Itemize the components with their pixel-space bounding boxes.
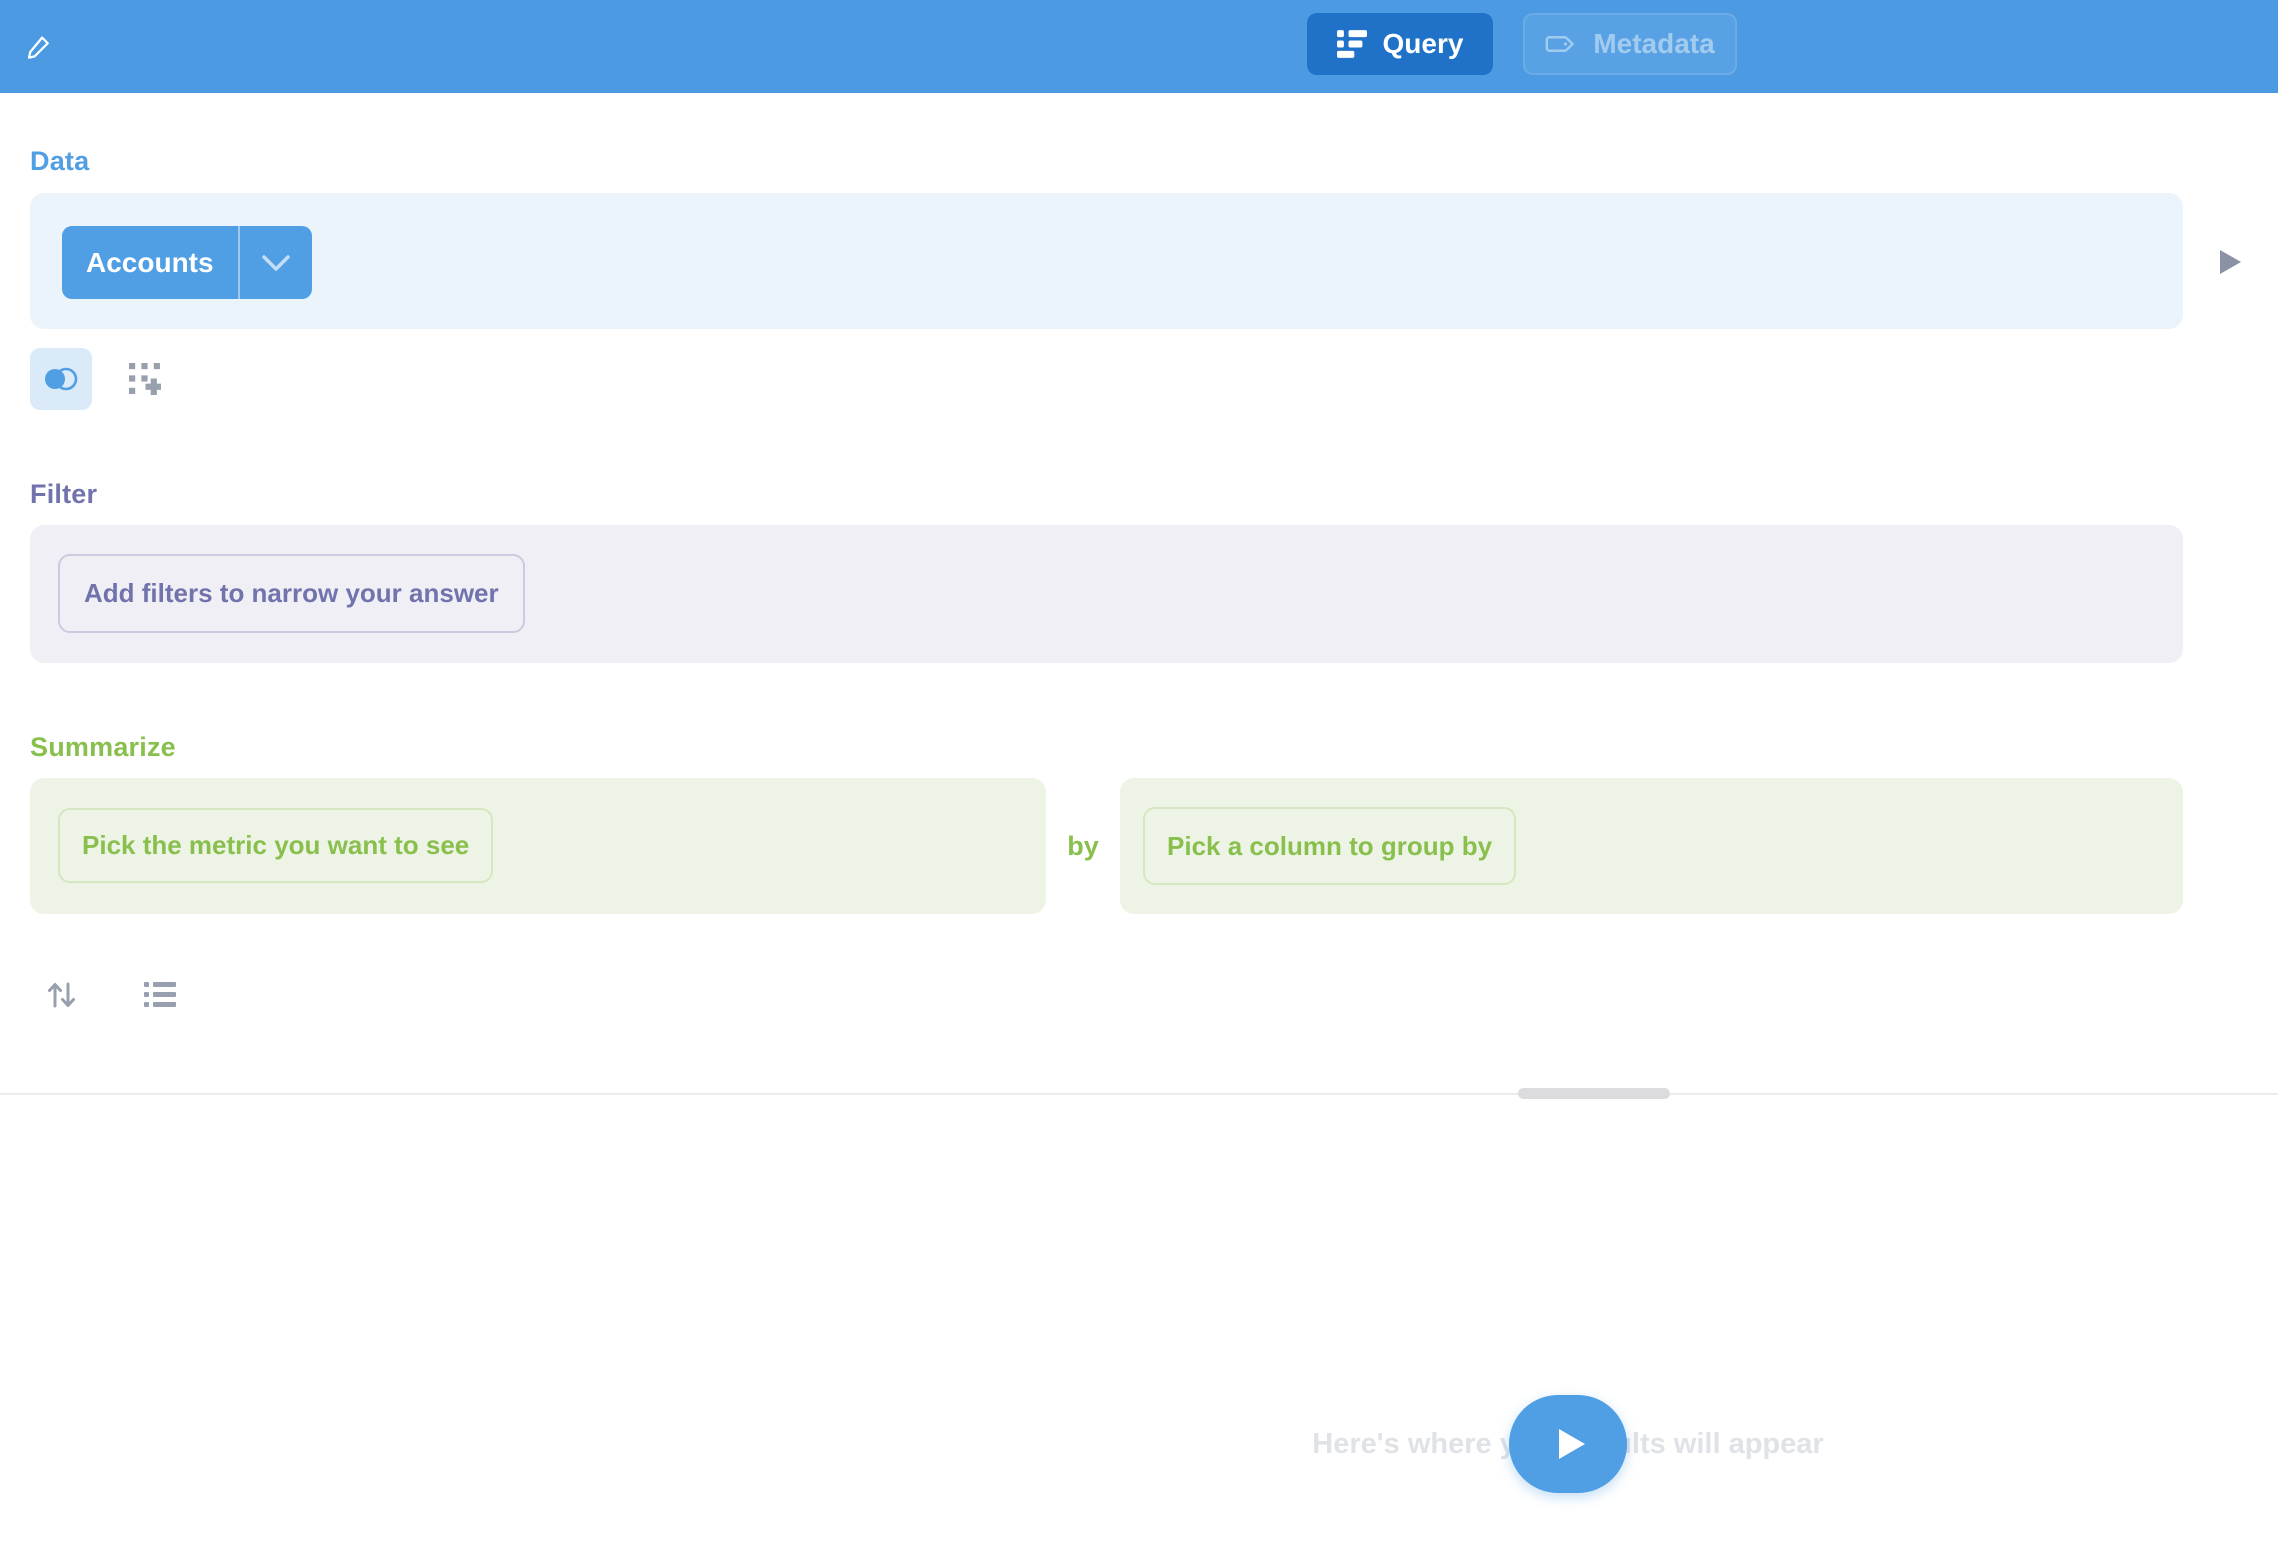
add-filter-button[interactable]: Add filters to narrow your answer	[58, 554, 525, 633]
results-divider	[0, 1093, 2278, 1095]
data-step-label: Data	[30, 146, 89, 177]
sort-step-button[interactable]	[44, 978, 80, 1012]
row-limit-icon	[144, 981, 176, 1009]
results-resize-handle[interactable]	[1518, 1088, 1670, 1099]
top-bar: Query Metadata	[0, 0, 2278, 93]
data-step-actions	[30, 348, 162, 410]
notebook-list-icon	[1337, 29, 1367, 59]
table-picker[interactable]: Accounts	[62, 226, 312, 299]
summarize-step-actions	[44, 978, 178, 1012]
play-icon	[1557, 1427, 1587, 1461]
summarize-metric-panel: Pick the metric you want to see	[30, 778, 1046, 914]
summarize-step-label: Summarize	[30, 732, 176, 763]
sort-icon	[46, 980, 78, 1010]
tab-query[interactable]: Query	[1307, 13, 1493, 75]
pick-groupby-column-button[interactable]: Pick a column to group by	[1143, 807, 1516, 885]
join-data-button[interactable]	[30, 348, 92, 410]
editor-tab-group: Query Metadata	[1307, 13, 1737, 75]
custom-column-icon	[129, 363, 161, 395]
custom-column-button[interactable]	[128, 362, 162, 396]
edit-title-button[interactable]	[18, 26, 60, 68]
pencil-icon	[24, 32, 54, 62]
table-picker-label[interactable]: Accounts	[62, 226, 238, 299]
summarize-breakout-panel: Pick a column to group by	[1120, 778, 2183, 914]
filter-step-panel: Add filters to narrow your answer	[30, 525, 2183, 663]
filter-step-label: Filter	[30, 479, 97, 510]
pick-metric-button[interactable]: Pick the metric you want to see	[58, 808, 493, 883]
tag-icon	[1545, 28, 1577, 60]
run-query-button[interactable]	[1509, 1395, 1627, 1493]
data-step-panel: Accounts	[30, 193, 2183, 329]
play-icon	[2217, 248, 2243, 276]
tab-metadata[interactable]: Metadata	[1523, 13, 1737, 75]
chevron-down-icon	[261, 254, 291, 272]
tab-query-label: Query	[1383, 28, 1464, 60]
join-data-icon	[42, 365, 80, 393]
row-limit-button[interactable]	[142, 978, 178, 1012]
tab-metadata-label: Metadata	[1593, 28, 1714, 60]
summarize-by-label: by	[1046, 778, 1120, 914]
table-picker-caret[interactable]	[238, 226, 312, 299]
preview-step-button[interactable]	[2208, 240, 2252, 284]
